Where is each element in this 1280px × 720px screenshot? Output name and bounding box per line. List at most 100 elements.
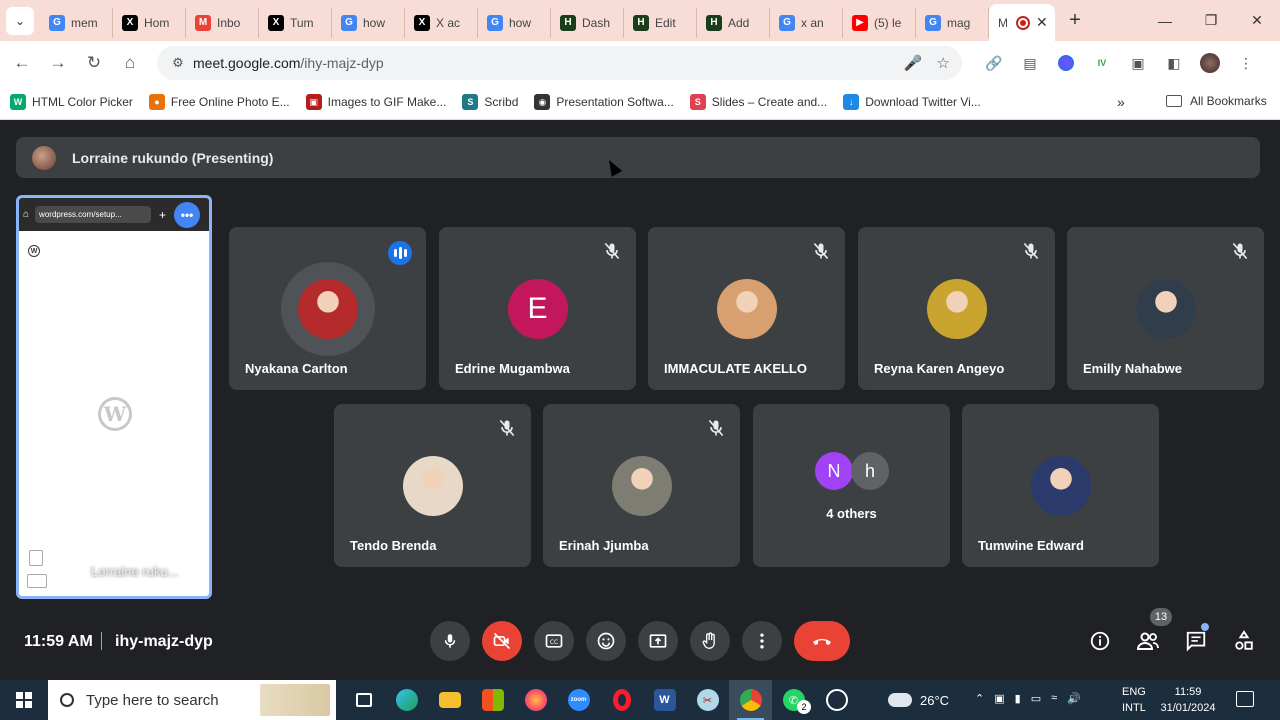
bookmark-item[interactable]: ↓ Download Twitter Vi... (843, 94, 987, 110)
emoji-reaction-button[interactable] (586, 621, 626, 661)
restore-button[interactable]: ❐ (1188, 0, 1234, 41)
side-panel-icon[interactable]: ◧ (1156, 45, 1192, 81)
browser-tab[interactable]: Gmag (916, 7, 989, 38)
more-menu-icon[interactable]: ⋮ (1228, 45, 1264, 81)
participant-avatar (402, 456, 463, 516)
invideo-extension-icon[interactable]: IV (1084, 45, 1120, 81)
link-extension-icon[interactable]: 🔗 (976, 45, 1012, 81)
chrome-app[interactable] (729, 680, 772, 720)
browser-tab[interactable]: Ghow (332, 7, 405, 38)
more-options-button[interactable] (742, 621, 782, 661)
people-button[interactable] (1132, 625, 1164, 657)
tab-active-meet[interactable]: M ✕ (989, 4, 1055, 41)
info-icon (1090, 631, 1110, 651)
captions-button[interactable]: CC (534, 621, 574, 661)
bookmark-item[interactable]: W HTML Color Picker (10, 94, 139, 110)
more-bookmarks-chevron-icon[interactable]: » (1117, 94, 1125, 110)
raise-hand-button[interactable] (690, 621, 730, 661)
participant-tile[interactable]: Reyna Karen Angeyo (858, 227, 1055, 390)
vpn-extension-icon[interactable] (1048, 45, 1084, 81)
pin-icon[interactable] (29, 550, 43, 566)
bookmark-item[interactable]: S Scribd (462, 94, 524, 110)
camera-off-button[interactable] (482, 621, 522, 661)
store-app[interactable] (471, 680, 514, 720)
present-screen-button[interactable] (638, 621, 678, 661)
leave-call-button[interactable] (794, 621, 850, 661)
edge-app[interactable] (385, 680, 428, 720)
screen-share-tile[interactable]: ⌂ wordpress.com/setup... + ••• W W Lorra… (16, 195, 212, 599)
task-view-button[interactable] (342, 680, 385, 720)
bookmark-item[interactable]: ◉ Presentation Softwa... (534, 94, 679, 110)
close-tab-icon[interactable]: ✕ (1036, 14, 1048, 31)
mic-off-icon (497, 418, 517, 438)
participant-tile[interactable]: Nyakana Carlton (229, 227, 426, 390)
weather-widget[interactable]: 26°C (888, 680, 989, 720)
input-language[interactable]: ENG INTL (1122, 684, 1146, 716)
participant-tile[interactable]: E Edrine Mugambwa (439, 227, 636, 390)
participant-tile[interactable]: Erinah Jjumba (543, 404, 740, 567)
address-bar[interactable]: ⚙ meet.google.com/ihy-majz-dyp 🎤 ☆ (157, 46, 962, 80)
activities-button[interactable] (1228, 625, 1260, 657)
bookmark-star-icon[interactable]: ☆ (937, 54, 950, 72)
extensions-puzzle-icon[interactable]: ▣ (1120, 45, 1156, 81)
wifi-icon[interactable]: ≈ (1051, 692, 1057, 705)
system-clock[interactable]: 11:59 31/01/2024 (1157, 684, 1219, 716)
browser-tab[interactable]: Gx an (770, 7, 843, 38)
browser-tab[interactable]: H Add (697, 7, 770, 38)
ticket-extension-icon[interactable]: ▤ (1012, 45, 1048, 81)
tray-app-icon[interactable]: ▣ (994, 692, 1004, 705)
obs-app[interactable] (815, 680, 858, 720)
browser-tab[interactable]: H Dash (551, 7, 624, 38)
browser-tab[interactable]: X Hom (113, 7, 186, 38)
file-explorer-app[interactable] (428, 680, 471, 720)
close-window-button[interactable]: ✕ (1234, 0, 1280, 41)
minimize-button[interactable]: — (1142, 0, 1188, 41)
participant-tile[interactable]: IMMACULATE AKELLO (648, 227, 845, 390)
speaking-indicator-icon (388, 241, 412, 265)
bookmark-item[interactable]: S Slides – Create and... (689, 94, 833, 110)
new-tab-button[interactable]: + (1063, 9, 1087, 32)
participant-tile[interactable]: Tumwine Edward (962, 404, 1159, 567)
chrome-icon (739, 689, 762, 711)
opera-app[interactable] (600, 680, 643, 720)
others-tile[interactable]: N h 4 others (753, 404, 950, 567)
participant-tile[interactable]: Emilly Nahabwe (1067, 227, 1264, 390)
tab-search-button[interactable]: ⌄ (6, 6, 34, 35)
browser-tab[interactable]: X Tum (259, 7, 332, 38)
profile-avatar[interactable] (1192, 45, 1228, 81)
reload-button[interactable]: ↻ (76, 45, 112, 81)
bookmark-item[interactable]: ● Free Online Photo E... (148, 94, 296, 110)
browser-tab[interactable]: X X ac (405, 7, 478, 38)
browser-tab[interactable]: Gmem (40, 7, 113, 38)
bookmark-item[interactable]: ▣ Images to GIF Make... (305, 94, 453, 110)
microphone-button[interactable] (430, 621, 470, 661)
browser-tab[interactable]: Ghow (478, 7, 551, 38)
microphone-icon[interactable]: 🎤 (904, 54, 923, 72)
taskbar-search[interactable]: Type here to search (48, 680, 336, 720)
forward-button[interactable]: → (40, 45, 76, 81)
home-button[interactable]: ⌂ (112, 45, 148, 81)
browser-tab[interactable]: M Inbo (186, 7, 259, 38)
url-text: meet.google.com/ihy-majz-dyp (193, 55, 384, 71)
site-info-icon[interactable]: ⚙ (163, 55, 193, 71)
snipping-tool-app[interactable]: ✂ (686, 680, 729, 720)
w3schools-icon: W (10, 94, 26, 110)
whatsapp-app[interactable]: ✆ 2 (772, 680, 815, 720)
notifications-icon[interactable] (1236, 691, 1254, 707)
back-button[interactable]: ← (4, 45, 40, 81)
battery-icon[interactable]: ▭ (1031, 692, 1041, 705)
volume-icon[interactable]: 🔊 (1067, 692, 1081, 705)
show-hidden-icons-chevron-icon[interactable]: ⌃ (975, 692, 984, 705)
meeting-details-button[interactable] (1084, 625, 1116, 657)
firefox-app[interactable] (514, 680, 557, 720)
participant-tile[interactable]: Tendo Brenda (334, 404, 531, 567)
browser-tab[interactable]: H Edit (624, 7, 697, 38)
start-button[interactable] (0, 680, 48, 720)
word-app[interactable]: W (643, 680, 686, 720)
browser-tab[interactable]: ▶ (5) le (843, 7, 916, 38)
zoom-app[interactable]: zoom (557, 680, 600, 720)
tray-mic-icon[interactable]: ▮ (1015, 692, 1021, 705)
all-bookmarks-button[interactable]: All Bookmarks (1166, 94, 1267, 108)
meeting-code: ihy-majz-dyp (115, 633, 213, 650)
minimize-tile-icon[interactable] (27, 574, 47, 588)
